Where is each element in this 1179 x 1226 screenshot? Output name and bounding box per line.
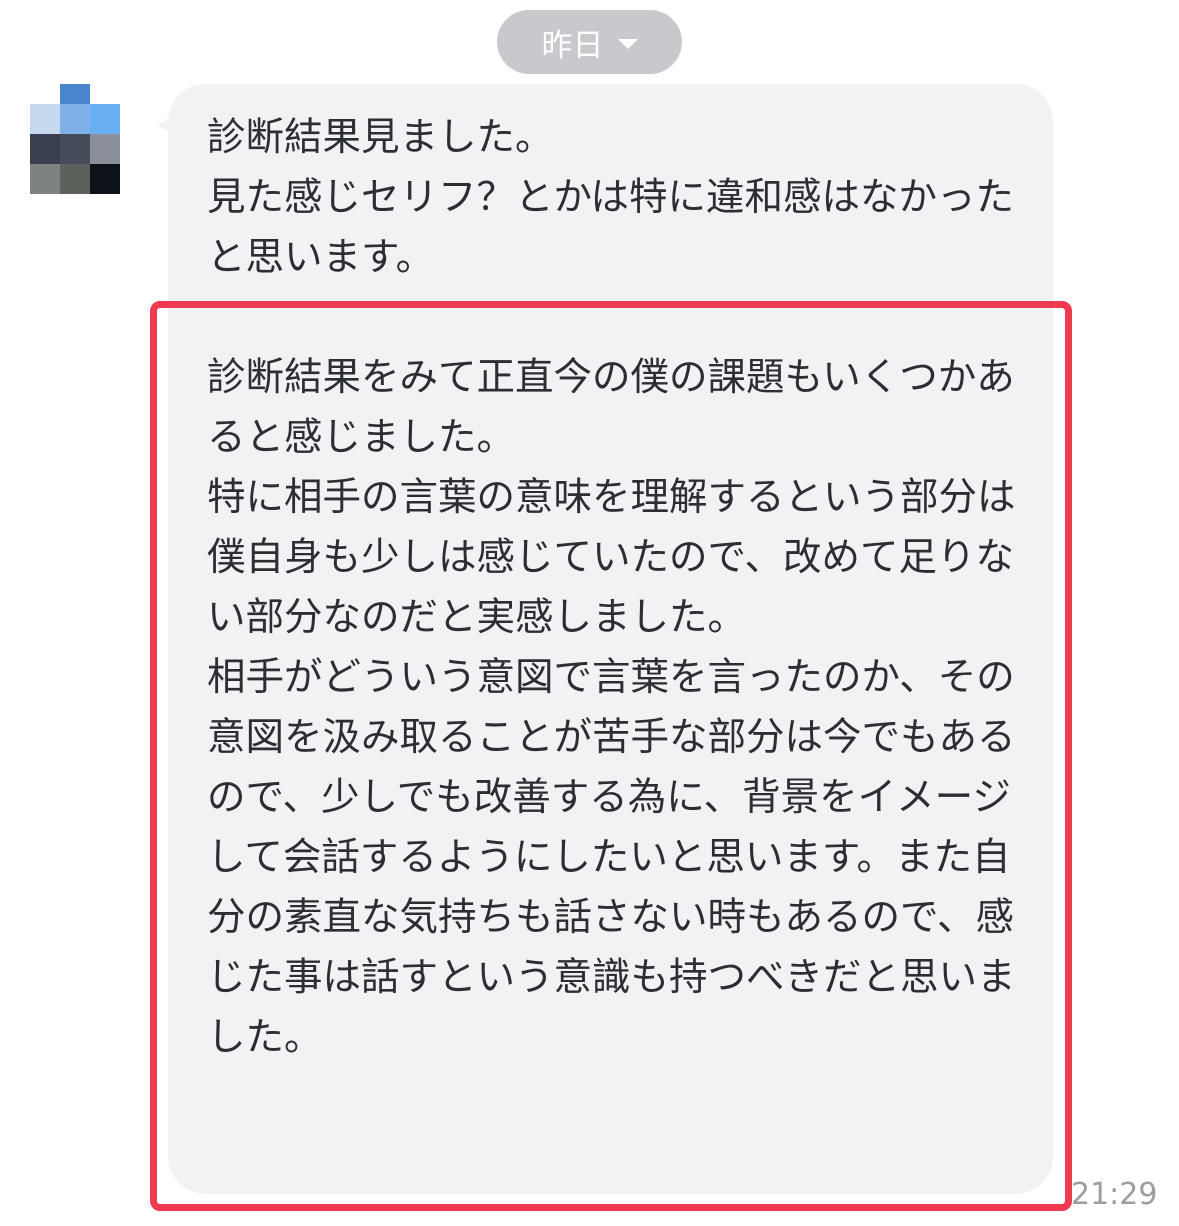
avatar-pixel [60,104,90,134]
avatar-pixel [60,164,90,194]
avatar-pixel [30,134,60,164]
avatar[interactable] [30,84,120,194]
avatar-pixel [90,134,120,164]
avatar-pixel [30,164,60,194]
message-timestamp: 21:29 [1071,1177,1158,1212]
message-text-highlighted: 診断結果をみて正直今の僕の課題もいくつかあると感じました。 特に相手の言葉の意味… [207,355,1016,1060]
avatar-pixel [90,164,120,194]
chevron-down-icon [617,39,638,49]
date-separator-label: 昨日 [541,27,604,64]
avatar-pixel [60,84,90,104]
avatar-pixel [90,104,120,134]
avatar-pixel [30,104,60,134]
message-text-first: 診断結果見ました。 見た感じセリフ？とかは特に違和感はなかったと思います。 [207,115,1014,280]
date-separator-button[interactable]: 昨日 [497,10,682,74]
avatar-pixel [60,134,90,164]
